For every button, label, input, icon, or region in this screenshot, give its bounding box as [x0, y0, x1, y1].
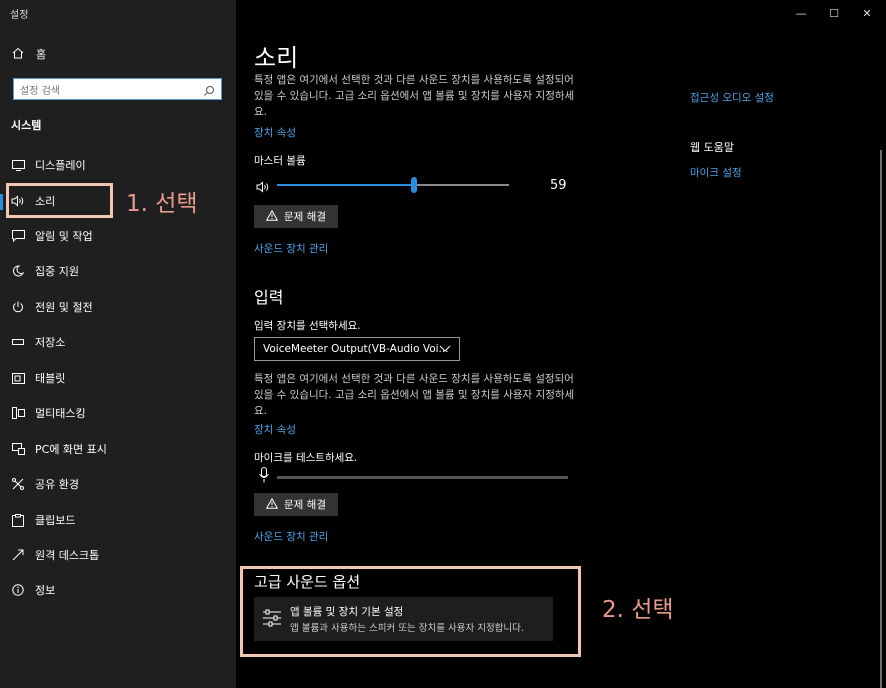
- sidebar-item-multitasking[interactable]: 멀티태스킹: [0, 398, 236, 428]
- search-icon[interactable]: [203, 82, 215, 101]
- tablet-icon: [11, 371, 25, 385]
- maximize-button[interactable]: ☐: [817, 0, 851, 26]
- page-title: 소리: [254, 44, 299, 72]
- power-icon: [11, 300, 25, 314]
- sidebar-item-project[interactable]: PC에 화면 표시: [0, 434, 236, 464]
- sidebar-item-label: 공유 환경: [35, 478, 79, 491]
- home-link[interactable]: 홈: [12, 46, 46, 62]
- sidebar: 설정 홈 시스템 디스플레이 소리 알림 및 작업 집중 지원 전원 및 절전 …: [0, 0, 236, 688]
- output-description: 특정 앱은 여기에서 선택한 것과 다른 사운드 장치를 사용하도록 설정되어 …: [254, 74, 575, 118]
- sidebar-item-label: 정보: [35, 584, 56, 597]
- help-heading: 웹 도움말: [690, 141, 734, 154]
- info-icon: [11, 583, 25, 597]
- volume-value: 59: [550, 178, 567, 193]
- output-device-properties-link[interactable]: 장치 속성: [254, 125, 296, 140]
- warning-icon: [265, 209, 279, 224]
- app-volume-preferences-card[interactable]: 앱 볼륨 및 장치 기본 설정 앱 볼륨과 사용하는 스피커 또는 장치를 사용…: [254, 597, 553, 641]
- input-device-value: VoiceMeeter Output(VB-Audio Voi...: [263, 343, 449, 355]
- input-device-properties-link[interactable]: 장치 속성: [254, 422, 296, 437]
- sidebar-item-display[interactable]: 디스플레이: [0, 150, 236, 180]
- card-subtitle: 앱 볼륨과 사용하는 스피커 또는 장치를 사용자 지정합니다.: [290, 623, 524, 634]
- minimize-button[interactable]: —: [784, 0, 818, 26]
- sidebar-item-label: 집중 지원: [35, 265, 79, 278]
- troubleshoot-label: 문제 해결: [284, 499, 326, 511]
- highlight-box-step1: [6, 183, 113, 218]
- annotation-step1: 1. 선택: [126, 191, 198, 217]
- sidebar-item-label: 저장소: [35, 336, 66, 349]
- troubleshoot-label: 문제 해결: [284, 211, 326, 223]
- mic-test-label: 마이크를 테스트하세요.: [254, 452, 358, 464]
- output-troubleshoot-button[interactable]: 문제 해결: [254, 205, 338, 228]
- input-description: 특정 앱은 여기에서 선택한 것과 다른 사운드 장치를 사용하도록 설정되어 …: [254, 373, 575, 417]
- search-box[interactable]: [13, 78, 222, 101]
- notification-icon: [11, 229, 25, 243]
- volume-slider-thumb[interactable]: [410, 177, 417, 193]
- advanced-sound-heading: 고급 사운드 옵션: [254, 573, 361, 591]
- sidebar-item-label: 원격 데스크톱: [35, 549, 100, 562]
- card-title: 앱 볼륨 및 장치 기본 설정: [290, 606, 404, 618]
- input-select-label: 입력 장치를 선택하세요.: [254, 320, 361, 332]
- moon-icon: [11, 264, 25, 278]
- sidebar-item-about[interactable]: 정보: [0, 575, 236, 605]
- sidebar-item-label: 태블릿: [35, 372, 66, 385]
- sidebar-item-notifications[interactable]: 알림 및 작업: [0, 221, 236, 251]
- warning-icon: [265, 497, 279, 512]
- app-title: 설정: [10, 10, 29, 21]
- display-icon: [11, 158, 25, 172]
- project-icon: [11, 442, 25, 456]
- input-heading: 입력: [254, 288, 284, 307]
- sidebar-item-label: 멀티태스킹: [35, 407, 86, 420]
- input-troubleshoot-button[interactable]: 문제 해결: [254, 493, 338, 516]
- share-icon: [11, 477, 25, 491]
- mic-level-meter: [277, 476, 568, 479]
- sidebar-item-remote-desktop[interactable]: 원격 데스크톱: [0, 540, 236, 570]
- section-label: 시스템: [11, 119, 42, 132]
- annotation-step2: 2. 선택: [602, 597, 674, 623]
- scrollbar[interactable]: [880, 150, 882, 688]
- sliders-icon: [262, 608, 282, 632]
- volume-speaker-icon[interactable]: [256, 178, 270, 197]
- sidebar-item-label: PC에 화면 표시: [35, 443, 107, 456]
- master-volume-slider[interactable]: [277, 177, 509, 193]
- sidebar-item-storage[interactable]: 저장소: [0, 327, 236, 357]
- home-icon: [12, 47, 24, 62]
- microphone-icon: [259, 467, 269, 487]
- volume-slider-fill: [277, 184, 414, 186]
- sidebar-item-share[interactable]: 공유 환경: [0, 469, 236, 499]
- sidebar-item-power[interactable]: 전원 및 절전: [0, 292, 236, 322]
- input-device-dropdown[interactable]: VoiceMeeter Output(VB-Audio Voi...: [254, 337, 460, 361]
- sidebar-item-label: 클립보드: [35, 514, 76, 527]
- sidebar-item-label: 알림 및 작업: [35, 230, 93, 243]
- sidebar-item-clipboard[interactable]: 클립보드: [0, 505, 236, 535]
- search-input[interactable]: [14, 81, 200, 101]
- close-button[interactable]: ✕: [850, 0, 884, 26]
- ease-of-access-audio-link[interactable]: 접근성 오디오 설정: [690, 90, 774, 105]
- mic-setup-link[interactable]: 마이크 설정: [690, 165, 742, 180]
- multitasking-icon: [11, 406, 25, 420]
- output-manage-devices-link[interactable]: 사운드 장치 관리: [254, 241, 328, 256]
- home-label: 홈: [36, 48, 47, 61]
- clipboard-icon: [11, 513, 25, 527]
- sidebar-item-tablet[interactable]: 태블릿: [0, 363, 236, 393]
- sidebar-item-focus[interactable]: 집중 지원: [0, 256, 236, 286]
- remote-desktop-icon: [11, 548, 25, 562]
- chevron-down-icon: [439, 343, 451, 356]
- storage-icon: [11, 335, 25, 349]
- input-manage-devices-link[interactable]: 사운드 장치 관리: [254, 529, 328, 544]
- master-volume-label: 마스터 볼륨: [254, 155, 306, 167]
- sidebar-item-label: 디스플레이: [35, 159, 86, 172]
- sidebar-item-label: 전원 및 절전: [35, 301, 93, 314]
